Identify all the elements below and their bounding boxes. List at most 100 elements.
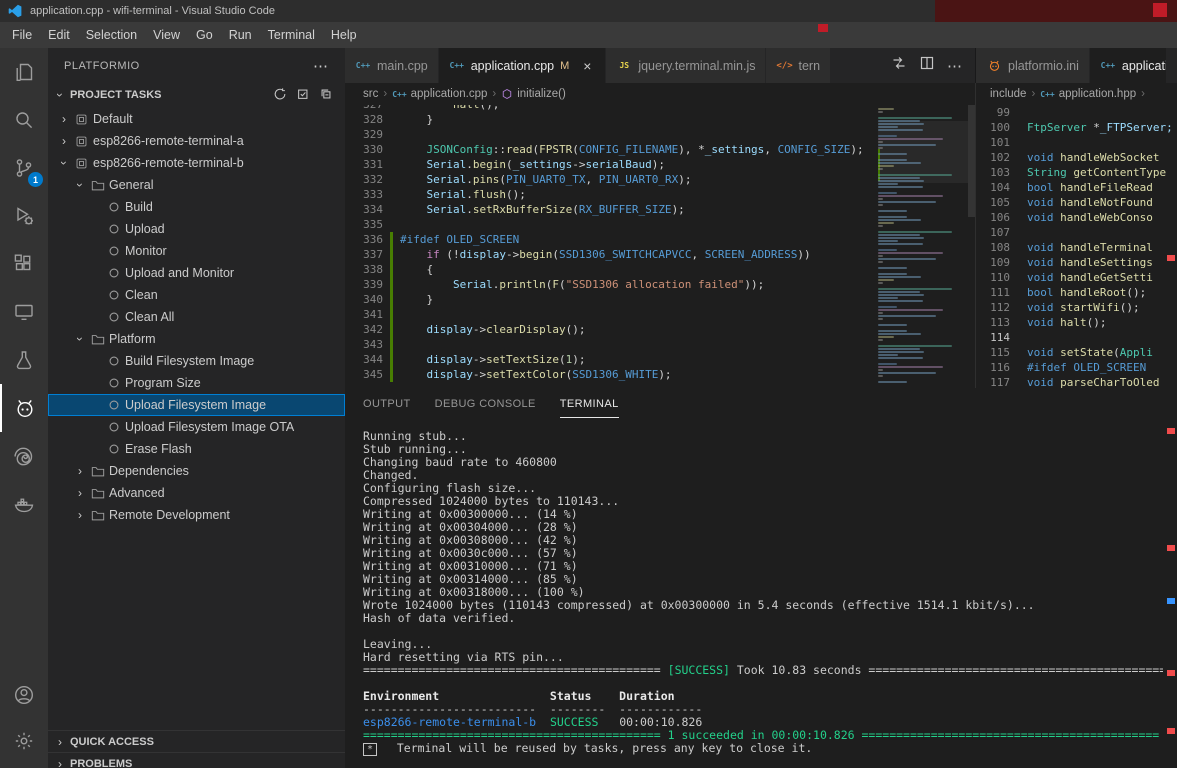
docker-icon[interactable] — [0, 480, 48, 528]
close-icon[interactable]: × — [579, 58, 595, 74]
menu-item-edit[interactable]: Edit — [40, 25, 78, 45]
explorer-icon[interactable] — [0, 48, 48, 96]
chevron-right-icon[interactable]: › — [56, 134, 72, 148]
tree-item-esp8266-remote-terminal-a[interactable]: ›esp8266-remote-terminal-a — [48, 130, 345, 152]
tree-item-clean[interactable]: Clean — [48, 284, 345, 306]
breadcrumb-file[interactable]: application.hpp — [1059, 88, 1136, 100]
panel-tab-terminal[interactable]: TERMINAL — [560, 390, 619, 418]
tree-item-default[interactable]: ›Default — [48, 108, 345, 130]
tree-item-dependencies[interactable]: ›Dependencies — [48, 460, 345, 482]
tree-item-build[interactable]: Build — [48, 196, 345, 218]
chevron-right-icon[interactable]: › — [72, 464, 88, 478]
code-text: { — [400, 262, 433, 277]
tree-item-advanced[interactable]: ›Advanced — [48, 482, 345, 504]
terminal-line: ========================================… — [363, 664, 1163, 677]
task-circle-icon — [104, 355, 123, 367]
menu-item-help[interactable]: Help — [323, 25, 365, 45]
tree-item-platform[interactable]: ›Platform — [48, 328, 345, 350]
chevron-right-icon[interactable]: › — [72, 486, 88, 500]
tree-item-label: Build — [125, 200, 153, 214]
remote-explorer-icon[interactable] — [0, 288, 48, 336]
menu-item-terminal[interactable]: Terminal — [260, 25, 323, 45]
tree-item-esp8266-remote-terminal-b[interactable]: ›esp8266-remote-terminal-b — [48, 152, 345, 174]
modified-indicator — [383, 337, 400, 352]
tab-application-cpp[interactable]: C++ application.cpp M × — [439, 48, 607, 83]
more-actions-icon[interactable]: ⋯ — [947, 57, 963, 75]
menu-item-selection[interactable]: Selection — [78, 25, 145, 45]
chevron-right-icon[interactable]: › — [56, 112, 72, 126]
tab-platformio-ini[interactable]: platformio.ini — [976, 48, 1090, 83]
settings-gear-icon[interactable] — [0, 718, 48, 764]
section-problems[interactable]: › PROBLEMS — [48, 752, 345, 768]
scm-badge: 1 — [28, 172, 43, 187]
breadcrumb-right: include › C++ application.hpp › — [975, 83, 1177, 105]
breadcrumb-symbol[interactable]: initialize() — [517, 88, 566, 100]
tree-item-general[interactable]: › General — [48, 174, 345, 196]
more-actions-icon[interactable]: ⋯ — [313, 57, 329, 75]
menu-item-go[interactable]: Go — [188, 25, 221, 45]
panel-tab-debug-console[interactable]: DEBUG CONSOLE — [435, 390, 536, 418]
line-number: 116 — [976, 360, 1010, 375]
tab-main-cpp[interactable]: C++ main.cpp — [345, 48, 439, 83]
open-changes-icon[interactable] — [891, 55, 907, 76]
extensions-icon[interactable] — [0, 240, 48, 288]
tab-tern[interactable]: </> tern — [766, 48, 831, 83]
line-number: 340 — [345, 292, 383, 307]
breadcrumb-src[interactable]: src — [363, 88, 378, 100]
account-icon[interactable] — [0, 672, 48, 718]
modified-indicator — [1010, 255, 1027, 270]
testing-beaker-icon[interactable] — [0, 336, 48, 384]
panel-tab-output[interactable]: OUTPUT — [363, 390, 411, 418]
section-quick-access[interactable]: › QUICK ACCESS — [48, 730, 345, 752]
run-debug-icon[interactable] — [0, 192, 48, 240]
tree-item-upload[interactable]: Upload — [48, 218, 345, 240]
chevron-right-icon[interactable]: › — [72, 508, 88, 522]
split-editor-icon[interactable] — [919, 55, 935, 76]
terminal-content[interactable]: Running stub...Stub running...Changing b… — [363, 430, 1163, 768]
tab-application-hpp[interactable]: C++ application.hpp — [1090, 48, 1167, 83]
spring-tool-icon[interactable] — [0, 432, 48, 480]
terminal-line: * Terminal will be reused by tasks, pres… — [363, 742, 1163, 755]
select-project-icon[interactable] — [296, 87, 310, 104]
tree-item-monitor[interactable]: Monitor — [48, 240, 345, 262]
chevron-down-icon[interactable]: › — [73, 331, 87, 347]
minimap[interactable] — [878, 105, 968, 388]
breadcrumb-include[interactable]: include — [990, 88, 1026, 100]
tree-item-remote-development[interactable]: ›Remote Development — [48, 504, 345, 526]
minimap-line — [878, 369, 883, 371]
code-line: 112void startWifi(); — [976, 300, 1177, 315]
minimap-line — [878, 237, 924, 239]
chevron-down-icon[interactable]: › — [57, 155, 71, 171]
tree-item-build-filesystem-image[interactable]: Build Filesystem Image — [48, 350, 345, 372]
tree-item-upload-filesystem-image-ota[interactable]: Upload Filesystem Image OTA — [48, 416, 345, 438]
tree-item-program-size[interactable]: Program Size — [48, 372, 345, 394]
search-icon[interactable] — [0, 96, 48, 144]
editor-scrollbar[interactable] — [968, 105, 975, 217]
cpp-file-icon: C++ — [392, 90, 406, 99]
tree-item-clean-all[interactable]: Clean All — [48, 306, 345, 328]
platformio-icon[interactable] — [0, 384, 48, 432]
tree-item-label: General — [109, 178, 153, 192]
breadcrumb-file[interactable]: application.cpp — [411, 88, 488, 100]
line-number: 331 — [345, 157, 383, 172]
terminal-line: Hash of data verified. — [363, 612, 1163, 625]
source-control-icon[interactable]: 1 — [0, 144, 48, 192]
overview-ruler-marker — [1167, 670, 1175, 676]
menu-item-run[interactable]: Run — [221, 25, 260, 45]
line-number: 111 — [976, 285, 1010, 300]
editor-application-hpp[interactable]: 99100FtpServer *_FTPServer;101102void ha… — [975, 105, 1177, 388]
chevron-down-icon[interactable]: › — [73, 177, 87, 193]
tab-jquery-terminal-min-js[interactable]: JS jquery.terminal.min.js — [606, 48, 766, 83]
menu-item-view[interactable]: View — [145, 25, 188, 45]
collapse-all-icon[interactable] — [319, 87, 333, 104]
code-line: 100FtpServer *_FTPServer; — [976, 120, 1177, 135]
tree-item-erase-flash[interactable]: Erase Flash — [48, 438, 345, 460]
editor-application-cpp[interactable]: 327 halt();328 }329330 JSONConfig::read(… — [345, 105, 975, 388]
refresh-icon[interactable] — [273, 87, 287, 104]
menu-item-file[interactable]: File — [4, 25, 40, 45]
tab-label: tern — [798, 59, 820, 73]
tree-item-upload-and-monitor[interactable]: Upload and Monitor — [48, 262, 345, 284]
tab-label: application.hpp — [1122, 59, 1167, 73]
tree-item-upload-filesystem-image[interactable]: Upload Filesystem Image — [48, 394, 345, 416]
section-project-tasks[interactable]: › PROJECT TASKS — [48, 84, 345, 106]
